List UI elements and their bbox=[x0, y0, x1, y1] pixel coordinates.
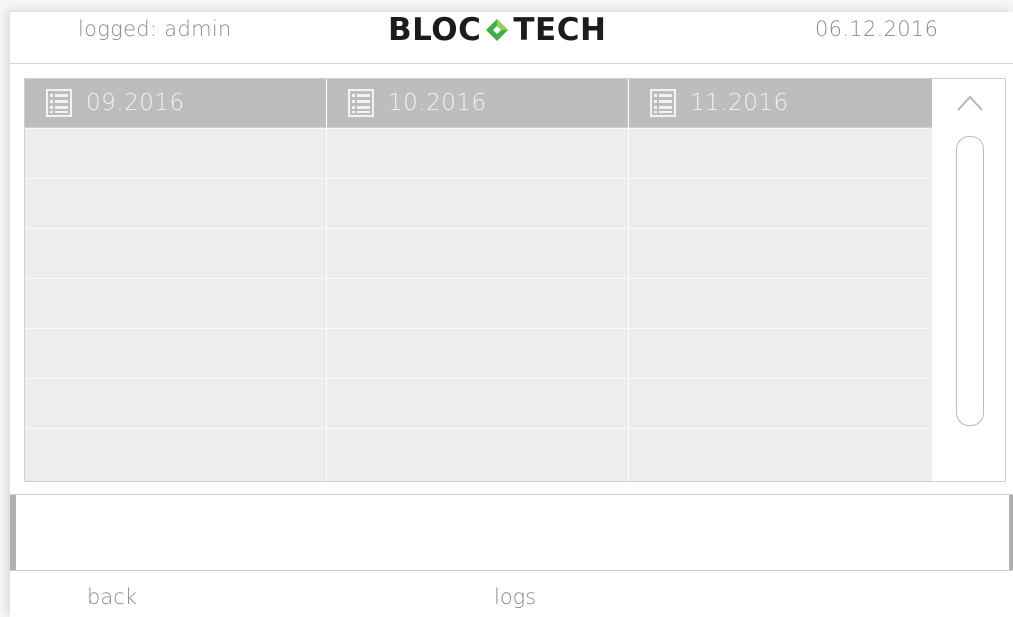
message-bar-right-accent bbox=[1009, 495, 1013, 570]
table-row[interactable] bbox=[629, 228, 932, 278]
logged-user-label: logged: admin bbox=[78, 17, 232, 41]
table-column: 11.2016 bbox=[629, 79, 932, 481]
column-header-label: 11.2016 bbox=[690, 90, 789, 116]
table-row[interactable] bbox=[25, 228, 326, 278]
logs-table-panel: 09.2016 10.2016 11.2016 bbox=[24, 78, 1006, 482]
table-row[interactable] bbox=[629, 328, 932, 378]
header-divider bbox=[10, 63, 1013, 64]
table-row[interactable] bbox=[25, 178, 326, 228]
table-row[interactable] bbox=[629, 128, 932, 178]
logo-text-right: TECH bbox=[513, 12, 607, 48]
current-date: 06.12.2016 bbox=[815, 17, 939, 41]
logo-text-left: BLOC bbox=[388, 12, 482, 48]
table-row[interactable] bbox=[25, 278, 326, 328]
logo-diamond-icon bbox=[486, 19, 509, 41]
back-button[interactable]: back bbox=[87, 585, 137, 609]
table-row[interactable] bbox=[327, 428, 628, 481]
table-row[interactable] bbox=[327, 328, 628, 378]
list-icon bbox=[348, 89, 374, 117]
table-row[interactable] bbox=[629, 278, 932, 328]
column-header-label: 10.2016 bbox=[388, 90, 487, 116]
chevron-up-icon[interactable] bbox=[956, 93, 984, 113]
table-row[interactable] bbox=[25, 128, 326, 178]
table-row[interactable] bbox=[327, 378, 628, 428]
table-row[interactable] bbox=[629, 428, 932, 481]
table-column: 10.2016 bbox=[327, 79, 629, 481]
column-header-09-2016[interactable]: 09.2016 bbox=[25, 79, 326, 128]
table-column: 09.2016 bbox=[25, 79, 327, 481]
brand-logo: BLOC TECH bbox=[388, 10, 606, 50]
logs-button[interactable]: logs bbox=[494, 585, 536, 609]
list-icon bbox=[650, 89, 676, 117]
table-row[interactable] bbox=[327, 228, 628, 278]
column-header-label: 09.2016 bbox=[86, 90, 185, 116]
column-header-11-2016[interactable]: 11.2016 bbox=[629, 79, 932, 128]
table-row[interactable] bbox=[25, 378, 326, 428]
table-row[interactable] bbox=[25, 428, 326, 481]
table-row[interactable] bbox=[327, 278, 628, 328]
vertical-scrollbar bbox=[932, 79, 1005, 481]
list-icon bbox=[46, 89, 72, 117]
table-row[interactable] bbox=[629, 178, 932, 228]
column-header-10-2016[interactable]: 10.2016 bbox=[327, 79, 628, 128]
scrollbar-thumb[interactable] bbox=[956, 136, 984, 426]
logs-table: 09.2016 10.2016 11.2016 bbox=[25, 79, 932, 481]
table-row[interactable] bbox=[327, 128, 628, 178]
table-row[interactable] bbox=[629, 378, 932, 428]
table-row[interactable] bbox=[25, 328, 326, 378]
table-row[interactable] bbox=[327, 178, 628, 228]
message-bar-left-accent bbox=[10, 495, 16, 570]
message-bar bbox=[10, 494, 1013, 571]
